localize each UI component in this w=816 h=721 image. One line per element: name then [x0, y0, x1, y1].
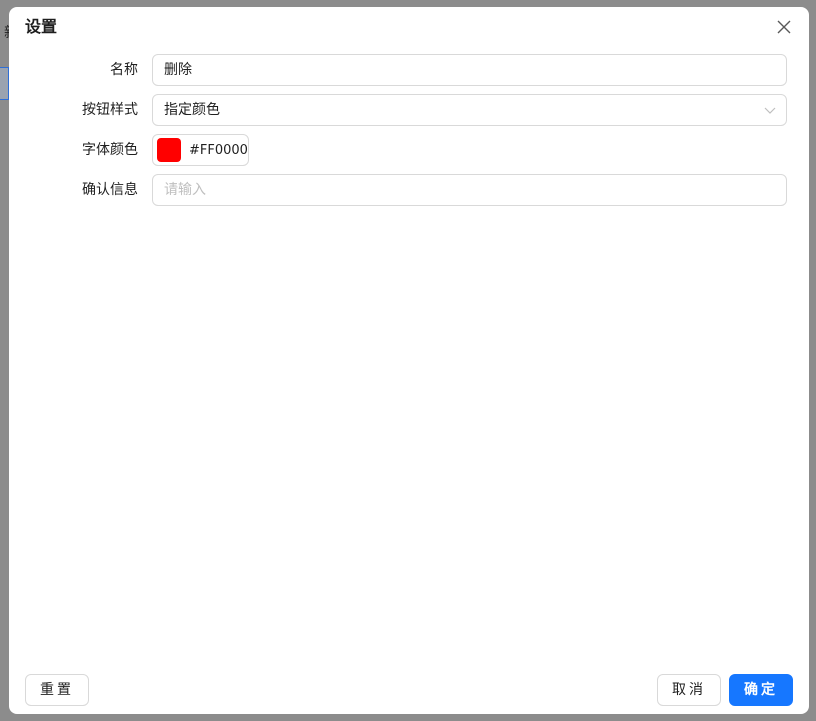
name-input[interactable]: 删除	[152, 54, 787, 86]
color-swatch	[157, 138, 181, 162]
background-page-element	[0, 67, 9, 100]
settings-dialog: 设置 名称 删除 按钮样式 指定颜色 字体颜色 #FF0000 确认信息 请输入…	[9, 7, 809, 714]
font-color-picker[interactable]: #FF0000	[152, 134, 249, 166]
ok-button[interactable]: 确定	[729, 674, 793, 706]
confirm-message-label: 确认信息	[82, 182, 138, 198]
form-row-name: 名称 删除	[9, 54, 809, 86]
close-icon	[777, 20, 791, 34]
close-button[interactable]	[775, 18, 793, 36]
form-row-button-style: 按钮样式 指定颜色	[9, 94, 809, 126]
cancel-button[interactable]: 取消	[657, 674, 721, 706]
button-style-selected-value: 指定颜色	[164, 102, 220, 118]
settings-form: 名称 删除 按钮样式 指定颜色 字体颜色 #FF0000 确认信息	[9, 54, 809, 214]
button-style-label: 按钮样式	[82, 102, 138, 118]
form-row-confirm-message: 确认信息	[9, 174, 809, 206]
font-color-value: #FF0000	[189, 142, 248, 158]
button-style-select[interactable]: 指定颜色	[152, 94, 787, 126]
dialog-title: 设置	[25, 17, 58, 36]
font-color-label: 字体颜色	[82, 142, 138, 158]
name-label: 名称	[110, 62, 138, 78]
reset-button[interactable]: 重置	[25, 674, 89, 706]
form-row-font-color: 字体颜色 #FF0000	[9, 134, 809, 166]
confirm-message-input[interactable]	[152, 174, 787, 206]
chevron-down-icon	[764, 107, 776, 114]
